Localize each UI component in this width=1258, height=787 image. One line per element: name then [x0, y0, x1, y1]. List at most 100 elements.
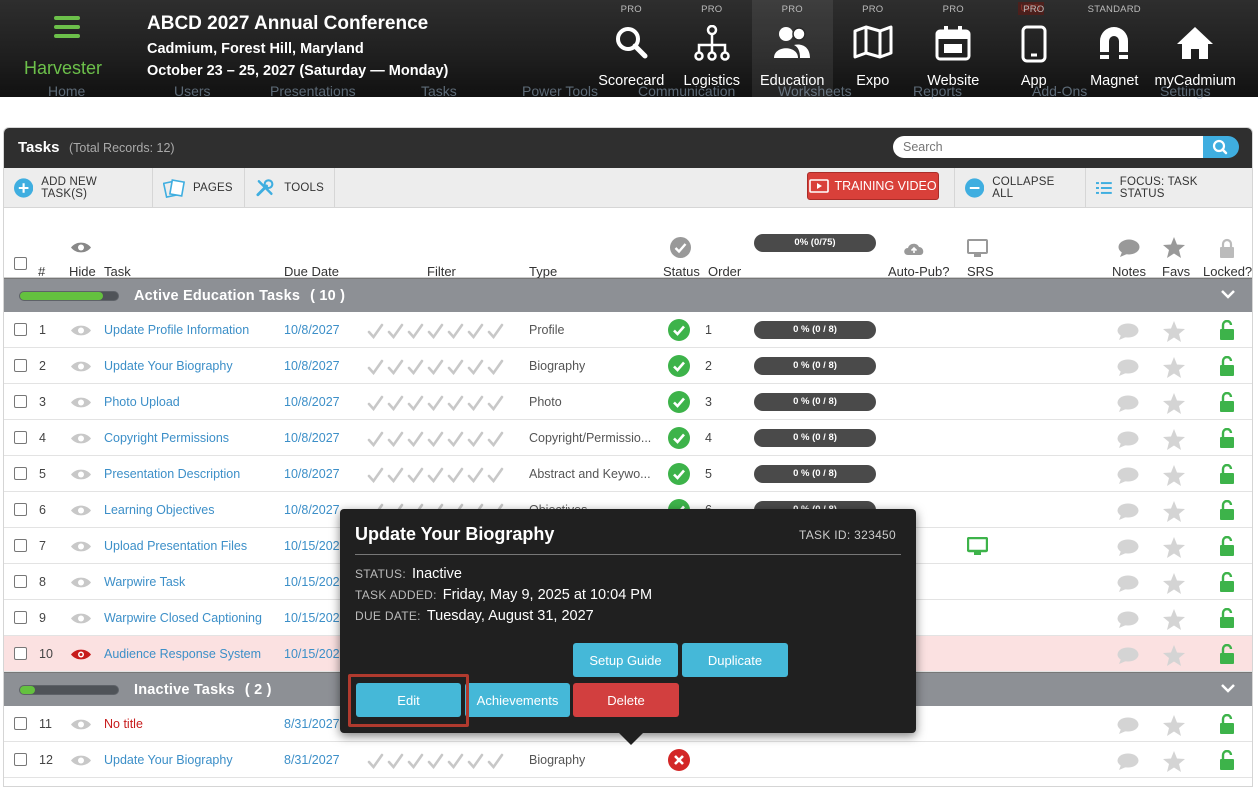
due-date-link[interactable]: 10/15/2027 [284, 647, 347, 661]
row-checkbox[interactable] [14, 395, 27, 408]
chevron-down-icon[interactable] [1220, 683, 1236, 694]
comment-icon[interactable] [1117, 467, 1139, 484]
unlock-icon[interactable] [1219, 572, 1235, 592]
row-checkbox[interactable] [14, 359, 27, 372]
table-row[interactable]: 1 Update Profile Information 10/8/2027 Prof… [4, 312, 1252, 348]
comment-icon[interactable] [1117, 503, 1139, 520]
star-icon[interactable] [1163, 573, 1185, 594]
eye-icon[interactable] [70, 468, 92, 481]
task-link[interactable]: Upload Presentation Files [104, 539, 247, 553]
star-icon[interactable] [1163, 537, 1185, 558]
unlock-icon[interactable] [1219, 356, 1235, 376]
due-date-link[interactable]: 10/8/2027 [284, 395, 340, 409]
select-all-checkbox[interactable] [14, 257, 27, 270]
star-icon[interactable] [1163, 465, 1185, 486]
star-icon[interactable] [1163, 501, 1185, 522]
unlock-icon[interactable] [1219, 608, 1235, 628]
add-new-task-button[interactable]: ADD NEW TASK(S) [4, 168, 153, 208]
due-date-link[interactable]: 10/8/2027 [284, 467, 340, 481]
col-task[interactable]: Task [104, 264, 131, 279]
star-icon[interactable] [1163, 321, 1185, 342]
star-icon[interactable] [1163, 429, 1185, 450]
status-active-icon[interactable] [668, 463, 690, 485]
due-date-link[interactable]: 10/8/2027 [284, 323, 340, 337]
due-date-link[interactable]: 8/31/2027 [284, 753, 340, 767]
chevron-down-icon[interactable] [1220, 289, 1236, 300]
star-icon[interactable] [1163, 393, 1185, 414]
status-active-icon[interactable] [668, 355, 690, 377]
hamburger-menu-icon[interactable] [54, 16, 80, 38]
monitor-icon[interactable] [967, 537, 988, 556]
task-link[interactable]: Copyright Permissions [104, 431, 229, 445]
nav-mycadmium[interactable]: myCadmium [1155, 0, 1236, 97]
col-order[interactable]: Order [708, 264, 741, 279]
unlock-icon[interactable] [1219, 464, 1235, 484]
brand[interactable]: Harvester [18, 12, 118, 82]
collapse-all-button[interactable]: COLLAPSE ALL [954, 168, 1086, 208]
unlock-icon[interactable] [1219, 428, 1235, 448]
row-checkbox[interactable] [14, 467, 27, 480]
row-checkbox[interactable] [14, 503, 27, 516]
col-status[interactable]: Status [663, 264, 700, 279]
nav-scorecard[interactable]: PRO Scorecard [591, 0, 672, 97]
setup-guide-button[interactable]: Setup Guide [573, 643, 678, 677]
focus-task-status-button[interactable]: FOCUS: TASK STATUS [1086, 168, 1252, 208]
unlock-icon[interactable] [1219, 750, 1235, 770]
due-date-link[interactable]: 8/31/2027 [284, 717, 340, 731]
task-link[interactable]: Presentation Description [104, 467, 240, 481]
task-link[interactable]: Update Profile Information [104, 323, 249, 337]
unlock-icon[interactable] [1219, 714, 1235, 734]
eye-icon[interactable] [70, 432, 92, 445]
unlock-icon[interactable] [1219, 536, 1235, 556]
comment-icon[interactable] [1117, 539, 1139, 556]
unlock-icon[interactable] [1219, 320, 1235, 340]
training-video-button[interactable]: TRAINING VIDEO [807, 172, 939, 200]
comment-icon[interactable] [1117, 753, 1139, 770]
task-link[interactable]: Update Your Biography [104, 753, 233, 767]
task-link[interactable]: Photo Upload [104, 395, 180, 409]
row-checkbox[interactable] [14, 647, 27, 660]
eye-icon[interactable] [70, 648, 92, 661]
table-row[interactable]: 4 Copyright Permissions 10/8/2027 Copyright… [4, 420, 1252, 456]
status-active-icon[interactable] [668, 391, 690, 413]
comment-icon[interactable] [1117, 395, 1139, 412]
due-date-link[interactable]: 10/8/2027 [284, 503, 340, 517]
row-checkbox[interactable] [14, 431, 27, 444]
group-header[interactable]: Active Education Tasks ( 10 ) [4, 278, 1252, 312]
eye-icon[interactable] [70, 576, 92, 589]
comment-icon[interactable] [1117, 575, 1139, 592]
table-row[interactable]: 5 Presentation Description 10/8/2027 Abstra… [4, 456, 1252, 492]
status-active-icon[interactable] [668, 319, 690, 341]
row-checkbox[interactable] [14, 753, 27, 766]
eye-icon[interactable] [70, 360, 92, 373]
eye-icon[interactable] [70, 754, 92, 767]
row-checkbox[interactable] [14, 717, 27, 730]
search-button[interactable] [1203, 136, 1239, 158]
achievements-button[interactable]: Achievements [465, 683, 570, 717]
due-date-link[interactable]: 10/8/2027 [284, 431, 340, 445]
status-inactive-icon[interactable] [668, 749, 690, 771]
eye-icon[interactable] [70, 540, 92, 553]
eye-icon[interactable] [70, 324, 92, 337]
comment-icon[interactable] [1117, 611, 1139, 628]
nav-website[interactable]: PRO Website [913, 0, 994, 97]
task-link[interactable]: No title [104, 717, 143, 731]
task-link[interactable]: Learning Objectives [104, 503, 214, 517]
eye-icon[interactable] [70, 718, 92, 731]
task-link[interactable]: Audience Response System [104, 647, 261, 661]
unlock-icon[interactable] [1219, 500, 1235, 520]
pages-button[interactable]: PAGES [153, 168, 245, 208]
due-date-link[interactable]: 10/15/2027 [284, 611, 347, 625]
comment-icon[interactable] [1117, 359, 1139, 376]
tools-button[interactable]: TOOLS [245, 168, 335, 208]
nav-education[interactable]: PRO Education [752, 0, 833, 97]
unlock-icon[interactable] [1219, 644, 1235, 664]
col-type[interactable]: Type [529, 264, 557, 279]
star-icon[interactable] [1163, 609, 1185, 630]
due-date-link[interactable]: 10/15/2027 [284, 539, 347, 553]
row-checkbox[interactable] [14, 323, 27, 336]
nav-magnet[interactable]: STANDARD Magnet [1074, 0, 1155, 97]
nav-logistics[interactable]: PRO Logistics [672, 0, 753, 97]
table-row[interactable]: 3 Photo Upload 10/8/2027 Photo 3 0 % (0 / 8) [4, 384, 1252, 420]
star-icon[interactable] [1163, 645, 1185, 666]
